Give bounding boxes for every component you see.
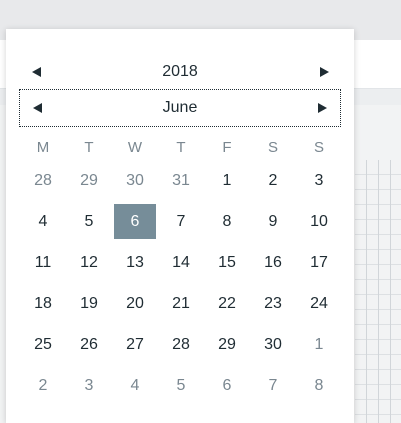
day-cell[interactable]: 27 xyxy=(112,327,158,362)
triangle-left-icon xyxy=(31,67,41,77)
year-label: 2018 xyxy=(162,63,198,80)
day-cell[interactable]: 3 xyxy=(66,368,112,403)
day-cell[interactable]: 6 xyxy=(204,368,250,403)
weekday-label: F xyxy=(222,139,232,156)
day-cell[interactable]: 5 xyxy=(158,368,204,403)
day-cell[interactable]: 1 xyxy=(296,327,342,362)
day-cell[interactable]: 13 xyxy=(112,245,158,280)
day-cell[interactable]: 4 xyxy=(112,368,158,403)
day-cell[interactable]: 23 xyxy=(250,286,296,321)
day-cell[interactable]: 3 xyxy=(296,163,342,198)
triangle-right-icon xyxy=(318,103,328,113)
day-cell[interactable]: 19 xyxy=(66,286,112,321)
day-cell[interactable]: 28 xyxy=(158,327,204,362)
weekday-label: T xyxy=(176,139,186,156)
day-cell[interactable]: 25 xyxy=(20,327,66,362)
weekday-label: M xyxy=(36,139,50,156)
weekday-label: S xyxy=(267,139,278,156)
day-cell[interactable]: 16 xyxy=(250,245,296,280)
day-cell[interactable]: 9 xyxy=(250,204,296,239)
day-cell[interactable]: 21 xyxy=(158,286,204,321)
day-cell[interactable]: 29 xyxy=(204,327,250,362)
day-cell[interactable]: 22 xyxy=(204,286,250,321)
month-selector: June xyxy=(19,89,341,127)
day-cell[interactable]: 30 xyxy=(250,327,296,362)
day-cell[interactable]: 4 xyxy=(20,204,66,239)
day-cell[interactable]: 5 xyxy=(66,204,112,239)
background-grid xyxy=(355,160,401,423)
calendar-popup: 2018 June M T W T F S S 28 29 30 31 1 2 3 4 5 6 7 8… xyxy=(6,29,354,423)
day-grid: 28 29 30 31 1 2 3 4 5 6 7 8 9 10 11 12 13 14 15 16 17 18 19 20 2… xyxy=(20,163,345,409)
day-cell[interactable]: 7 xyxy=(158,204,204,239)
week-row: 2345678 xyxy=(20,368,345,403)
triangle-left-icon xyxy=(32,103,42,113)
weekday-label: W xyxy=(127,139,143,156)
week-row: 4 5 6 7 8 9 10 xyxy=(20,204,345,239)
day-cell[interactable]: 29 xyxy=(66,163,112,198)
weekday-label: S xyxy=(313,139,324,156)
day-cell[interactable]: 18 xyxy=(20,286,66,321)
day-cell[interactable]: 26 xyxy=(66,327,112,362)
day-cell-selected[interactable]: 6 xyxy=(114,204,156,239)
next-year-button[interactable] xyxy=(307,54,341,90)
day-cell[interactable]: 31 xyxy=(158,163,204,198)
previous-month-button[interactable] xyxy=(20,90,54,126)
weekday-header: M T W T F S S xyxy=(20,139,345,161)
week-row: 25 26 27 28 29 30 1 xyxy=(20,327,345,362)
day-cell[interactable]: 20 xyxy=(112,286,158,321)
day-cell[interactable]: 17 xyxy=(296,245,342,280)
day-cell[interactable]: 14 xyxy=(158,245,204,280)
day-cell[interactable]: 24 xyxy=(296,286,342,321)
weekday-label: T xyxy=(84,139,94,156)
week-row: 28 29 30 31 1 2 3 xyxy=(20,163,345,198)
year-selector: 2018 xyxy=(19,54,341,90)
day-cell[interactable]: 1 xyxy=(204,163,250,198)
previous-year-button[interactable] xyxy=(19,54,53,90)
week-row: 11 12 13 14 15 16 17 xyxy=(20,245,345,280)
day-cell[interactable]: 12 xyxy=(66,245,112,280)
triangle-right-icon xyxy=(319,67,329,77)
day-cell[interactable]: 15 xyxy=(204,245,250,280)
day-cell[interactable]: 11 xyxy=(20,245,66,280)
day-cell[interactable]: 28 xyxy=(20,163,66,198)
day-cell[interactable]: 8 xyxy=(204,204,250,239)
day-cell[interactable]: 30 xyxy=(112,163,158,198)
day-cell[interactable]: 2 xyxy=(250,163,296,198)
day-cell[interactable]: 7 xyxy=(250,368,296,403)
day-cell[interactable]: 8 xyxy=(296,368,342,403)
week-row: 18 19 20 21 22 23 24 xyxy=(20,286,345,321)
day-cell[interactable]: 2 xyxy=(20,368,66,403)
day-cell[interactable]: 10 xyxy=(296,204,342,239)
month-label: June xyxy=(162,99,198,116)
next-month-button[interactable] xyxy=(306,90,340,126)
